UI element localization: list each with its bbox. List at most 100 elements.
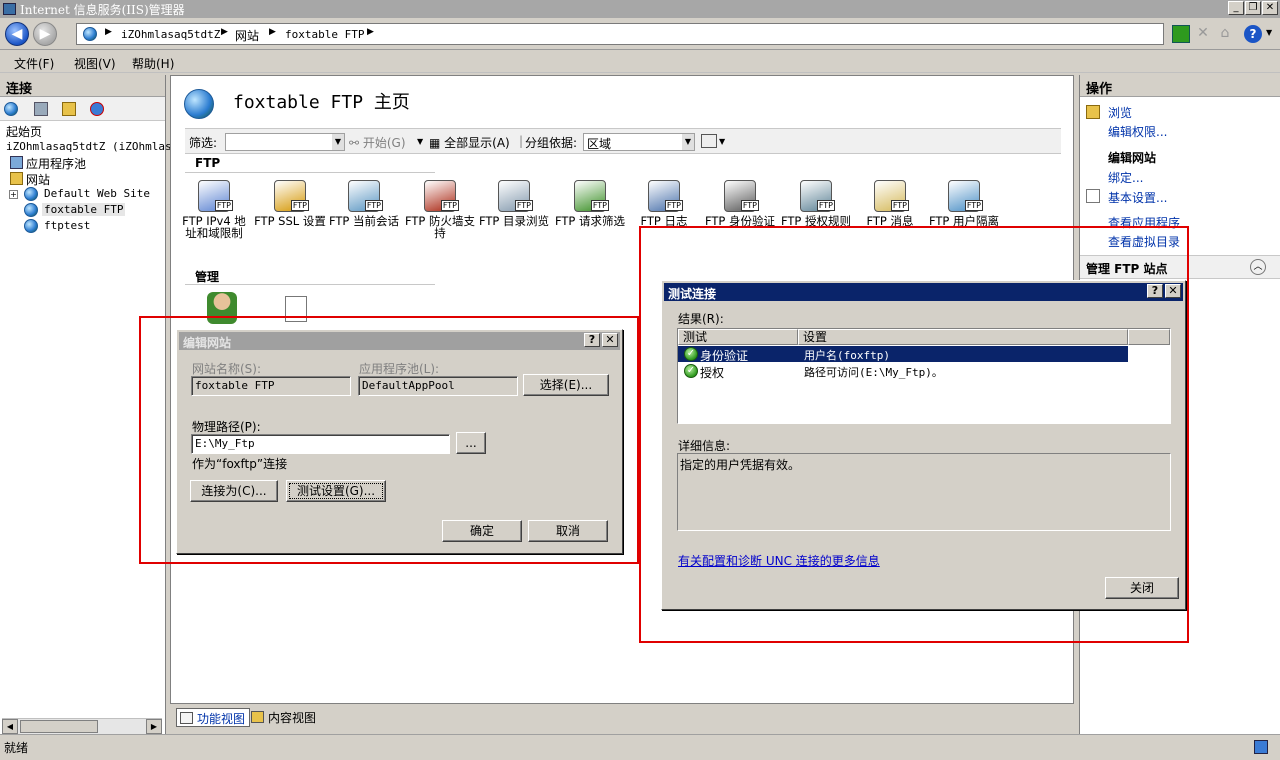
ftp-badge: FTP <box>890 200 909 211</box>
tree-site-default[interactable]: Default Web Site <box>44 187 150 200</box>
menu-view[interactable]: 视图(V) <box>74 55 116 72</box>
up-folder-icon[interactable] <box>62 102 76 116</box>
highlight-box <box>139 316 639 564</box>
feature-directory-browsing[interactable]: FTP FTP 目录浏览 <box>477 180 551 227</box>
stop-icon[interactable]: ✕ <box>1194 25 1212 43</box>
feature-logging[interactable]: FTP FTP 日志 <box>627 180 701 227</box>
ftp-badge: FTP <box>290 200 309 211</box>
ftp-badge: FTP <box>590 200 609 211</box>
ftp-badge: FTP <box>364 200 383 211</box>
authorization-icon: FTP <box>800 180 835 212</box>
filter-bar: 筛选: ▼ ⚯ 开始(G) ▼ ▦ 全部显示(A) | 分组依据: 区域 ▼ ▼ <box>185 128 1061 154</box>
scroll-left-icon[interactable]: ◀ <box>2 719 18 734</box>
refresh-icon[interactable] <box>1172 25 1190 43</box>
feature-firewall[interactable]: FTP FTP 防火墙支持 <box>403 180 477 239</box>
scroll-right-icon[interactable]: ▶ <box>146 719 162 734</box>
filter-label: 筛选: <box>189 136 218 150</box>
action-basic-settings[interactable]: 基本设置... <box>1108 189 1167 206</box>
chevron-down-icon[interactable]: ▼ <box>1266 28 1272 37</box>
help-icon[interactable]: ? <box>1244 25 1262 43</box>
window-title: Internet 信息服务(IIS)管理器 <box>20 3 185 17</box>
feature-label: FTP 防火墙支持 <box>404 214 476 240</box>
close-window-button[interactable]: ✕ <box>1262 1 1278 15</box>
ftp-badge: FTP <box>964 200 983 211</box>
sessions-icon: FTP <box>348 180 383 212</box>
start-button[interactable]: ⚯ 开始(G) <box>349 134 406 151</box>
ftp-badge: FTP <box>214 200 233 211</box>
tree-app-pools[interactable]: 应用程序池 <box>26 155 86 172</box>
action-bindings[interactable]: 绑定... <box>1108 169 1143 186</box>
chevron-right-icon[interactable]: ▶ <box>105 27 112 37</box>
group-by-select[interactable]: 区域 ▼ <box>583 133 695 151</box>
network-icon <box>1254 740 1268 754</box>
save-icon[interactable] <box>34 102 48 116</box>
authentication-icon: FTP <box>724 180 759 212</box>
breadcrumb[interactable]: ▶ iZOhmlasaq5tdtZ ▶ 网站 ▶ foxtable FTP ▶ <box>76 23 1164 45</box>
window-titlebar: Internet 信息服务(IIS)管理器 _ ❐ ✕ <box>0 0 1280 18</box>
forward-button[interactable]: ▶ <box>33 22 57 46</box>
disconnect-icon[interactable] <box>90 102 104 116</box>
ftp-badge: FTP <box>440 200 459 211</box>
feature-label: FTP SSL 设置 <box>254 214 326 228</box>
firewall-icon: FTP <box>424 180 459 212</box>
feature-label: FTP 请求筛选 <box>554 214 626 228</box>
show-all-button[interactable]: ▦ 全部显示(A) <box>429 134 510 151</box>
feature-authentication[interactable]: FTP FTP 身份验证 <box>703 180 777 227</box>
ftp-badge: FTP <box>514 200 533 211</box>
chevron-down-icon[interactable]: ▼ <box>332 134 344 150</box>
horizontal-scrollbar[interactable]: ◀ ▶ <box>2 718 162 734</box>
breadcrumb-server[interactable]: iZOhmlasaq5tdtZ <box>121 28 220 41</box>
tree-start-page[interactable]: 起始页 <box>6 123 42 140</box>
feature-lock[interactable]: FTP FTP SSL 设置 <box>253 180 327 227</box>
ftp-badge: FTP <box>816 200 835 211</box>
collapse-icon[interactable]: ︿ <box>1250 259 1266 275</box>
chevron-down-icon[interactable]: ▼ <box>682 134 694 150</box>
scroll-thumb[interactable] <box>20 720 98 733</box>
feature-request-filtering[interactable]: FTP FTP 请求筛选 <box>553 180 627 227</box>
tab-content-view[interactable]: 内容视图 <box>248 708 320 727</box>
tree-site-ftptest[interactable]: ftptest <box>44 219 90 232</box>
feature-messages[interactable]: FTP FTP 消息 <box>853 180 927 227</box>
back-button[interactable]: ◀ <box>5 22 29 46</box>
breadcrumb-site[interactable]: foxtable FTP <box>285 28 364 41</box>
chevron-right-icon[interactable]: ▶ <box>367 27 374 37</box>
chevron-right-icon[interactable]: ▶ <box>221 27 228 37</box>
feature-ip-restrictions[interactable]: FTP FTP IPv4 地址和域限制 <box>177 180 251 239</box>
expand-icon[interactable]: + <box>9 190 18 199</box>
tab-features-view[interactable]: 功能视图 <box>176 708 251 727</box>
iis-app-icon <box>3 3 16 15</box>
action-edit-permissions[interactable]: 编辑权限... <box>1108 123 1167 140</box>
feature-user-isolation[interactable]: FTP FTP 用户隔离 <box>927 180 1001 227</box>
globe-icon <box>24 219 38 233</box>
tree-server[interactable]: iZOhmlasaq5tdtZ (iZOhmlasa <box>6 140 178 153</box>
chevron-down-icon[interactable]: ▼ <box>417 137 423 146</box>
feature-label: FTP IPv4 地址和域限制 <box>182 214 246 240</box>
folder-icon <box>10 172 23 185</box>
feature-label: FTP 当前会话 <box>328 214 400 228</box>
feature-sessions[interactable]: FTP FTP 当前会话 <box>327 180 401 227</box>
chevron-down-icon[interactable]: ▼ <box>719 137 725 146</box>
ip-restrictions-icon: FTP <box>198 180 233 212</box>
minimize-button[interactable]: _ <box>1228 1 1244 15</box>
features-view-icon <box>180 712 193 724</box>
tree-site-foxtable[interactable]: foxtable FTP <box>42 203 126 216</box>
restore-button[interactable]: ❐ <box>1245 1 1261 15</box>
feature-authorization[interactable]: FTP FTP 授权规则 <box>779 180 853 227</box>
menu-help[interactable]: 帮助(H) <box>132 55 174 72</box>
action-browse[interactable]: 浏览 <box>1108 104 1132 121</box>
status-bar: 就绪 <box>0 734 1280 760</box>
breadcrumb-sites[interactable]: 网站 <box>235 27 259 44</box>
section-management: 管理 <box>195 270 220 284</box>
connect-icon[interactable] <box>4 102 18 116</box>
menu-file[interactable]: 文件(F) <box>14 55 54 72</box>
globe-icon <box>24 187 38 201</box>
filter-input[interactable]: ▼ <box>225 133 345 151</box>
chevron-right-icon[interactable]: ▶ <box>269 27 276 37</box>
tree-sites[interactable]: 网站 <box>26 171 50 188</box>
status-text: 就绪 <box>4 741 29 755</box>
action-edit-site-header: 编辑网站 <box>1108 151 1157 165</box>
address-bar: ◀ ▶ ▶ iZOhmlasaq5tdtZ ▶ 网站 ▶ foxtable FT… <box>0 18 1280 50</box>
home-icon[interactable]: ⌂ <box>1216 25 1234 43</box>
view-mode-icon[interactable] <box>701 134 717 148</box>
directory-browsing-icon: FTP <box>498 180 533 212</box>
